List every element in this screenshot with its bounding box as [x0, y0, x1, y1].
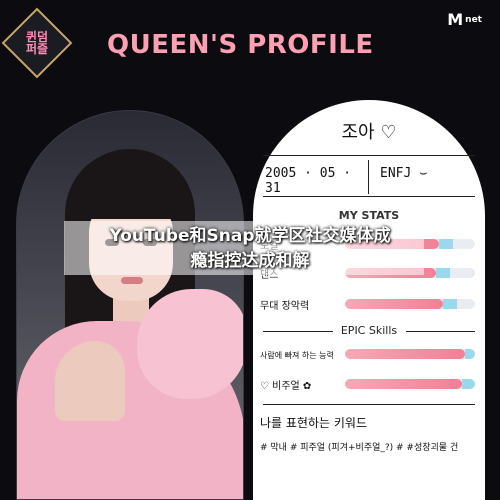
news-caption: YouTube和Snap就学区社交媒体成 瘾指控达成和解 — [109, 226, 391, 271]
epic-bar-fill — [345, 349, 465, 359]
show-logo: 퀸덤 퍼즐 — [25, 30, 49, 56]
page-title: QUEEN'S PROFILE — [107, 30, 374, 60]
stat-bar-cap — [443, 299, 457, 309]
epic-label-people: 사람에 빠져 하는 능력 — [260, 351, 334, 360]
keywords-text: # 막내 # 피주얼 (피겨+비주얼_?) # #성장괴물 건 — [260, 443, 459, 453]
epic-bar-fill — [345, 379, 462, 389]
epic-bar-cap — [462, 379, 475, 389]
info-divider — [368, 160, 369, 194]
photo-lips — [121, 277, 143, 284]
photo-bow — [137, 289, 243, 399]
name-divider — [263, 155, 475, 156]
epic-bar-cap — [465, 349, 475, 359]
photo-shoulder — [55, 341, 125, 421]
broadcaster-logo: M net — [447, 10, 482, 29]
epic-bar-visual — [345, 379, 475, 389]
profile-photo — [16, 110, 244, 500]
stat-bar-fill — [345, 299, 443, 309]
epic-divider-right — [406, 331, 475, 332]
broadcaster-logo-net: net — [465, 14, 482, 25]
epic-divider-left — [263, 331, 333, 332]
stat-bar-stage — [345, 299, 475, 309]
keywords-title: 나를 표현하는 키워드 — [260, 416, 367, 430]
keywords-divider — [263, 404, 475, 405]
epic-bar-people — [345, 349, 475, 359]
info-bottom-divider — [263, 196, 475, 197]
stat-label-stage: 무대 장악력 — [260, 301, 310, 312]
broadcaster-logo-m: M — [447, 10, 464, 29]
profile-birthdate: 2005 · 05 · 31 — [265, 166, 352, 196]
profile-mbti: ENFJ ⌣ — [380, 166, 428, 181]
epic-label-visual: ♡ 비주얼 ✿ — [260, 381, 312, 392]
profile-name: 조아 ♡ — [341, 122, 397, 143]
